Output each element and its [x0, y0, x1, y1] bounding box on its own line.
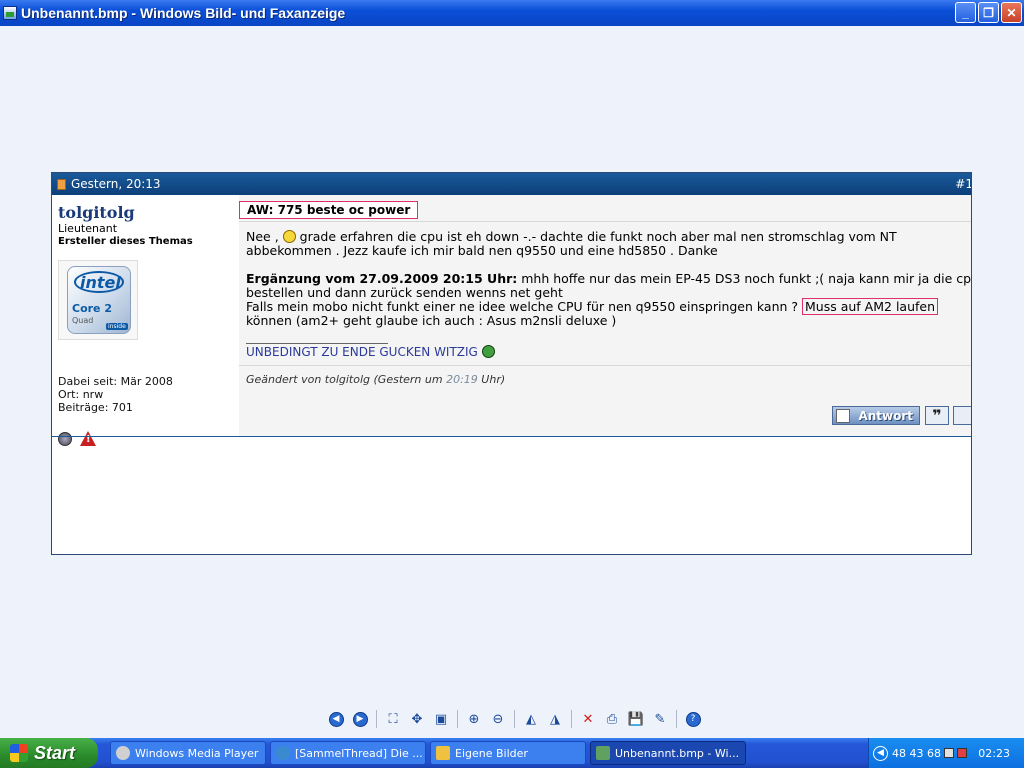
post-content: AW: 775 beste oc power Nee , grade erfah… — [239, 195, 972, 436]
close-button[interactable]: ✕ — [1001, 2, 1022, 23]
pen-icon — [836, 409, 850, 423]
edit-button[interactable]: ✎ — [650, 709, 670, 729]
previous-icon: ◀ — [328, 711, 344, 727]
title-bar[interactable]: Unbenannt.bmp - Windows Bild- und Faxanz… — [0, 0, 1024, 26]
signature-divider — [246, 343, 388, 344]
previous-image-button[interactable]: ◀ — [326, 709, 346, 729]
post-date: Gestern, 20:13 — [71, 177, 161, 191]
multi-quote-button — [953, 406, 971, 425]
system-tray: ◀ 48 43 68 02:23 — [868, 738, 1024, 768]
quote-button: ❞ — [925, 406, 949, 425]
post-line-1: Nee , grade erfahren die cpu ist eh down… — [246, 229, 897, 244]
network-icon[interactable] — [943, 748, 954, 758]
divider — [239, 365, 971, 366]
post-number: #1 — [955, 177, 972, 191]
laughing-smiley-icon — [481, 345, 495, 358]
start-button[interactable]: Start — [0, 738, 98, 768]
maximize-button[interactable]: ❐ — [978, 2, 999, 23]
user-joined: Dabei seit: Mär 2008 — [58, 375, 173, 388]
app-icon[interactable] — [3, 6, 17, 20]
actual-size-button[interactable]: ✥ — [407, 709, 427, 729]
zoom-out-button[interactable]: ⊖ — [488, 709, 508, 729]
avatar: intel Core 2 Quad inside — [58, 260, 138, 340]
post-subject: AW: 775 beste oc power — [239, 201, 419, 219]
signature-link[interactable]: UNBEDINGT ZU ENDE GUCKEN WITZIG — [246, 345, 495, 359]
user-info: tolgitolg Lieutenant Ersteller dieses Th… — [52, 195, 239, 446]
logo-product: Core 2 — [72, 302, 112, 315]
viewer-toolbar: ◀ ▶ ⛶ ✥ ▣ ⊕ ⊖ ◭ ◮ ✕ ⎙ 💾 ✎ ? — [326, 708, 703, 730]
viewer-image: Gestern, 20:13 #1 tolgitolg Lieutenant E… — [51, 172, 972, 555]
chevron-left-icon[interactable]: ◀ — [873, 745, 888, 761]
logo-tag: inside — [106, 323, 128, 330]
help-icon: ? — [685, 711, 701, 727]
rotate-counterclockwise-button[interactable]: ◮ — [545, 709, 565, 729]
toolbar-separator — [676, 710, 677, 728]
sad-smiley-icon — [282, 230, 296, 243]
media-player-icon — [116, 746, 130, 760]
task-browser[interactable]: [SammelThread] Die ... — [270, 741, 426, 765]
toolbar-separator — [376, 710, 377, 728]
username: tolgitolg — [58, 203, 135, 222]
folder-icon — [436, 746, 450, 760]
taskbar: Start Windows Media Player [SammelThread… — [0, 738, 1024, 768]
toolbar-separator — [457, 710, 458, 728]
minimize-button[interactable]: _ — [955, 2, 976, 23]
post-line-6: können (am2+ geht glaube ich auch : Asus… — [246, 313, 617, 328]
rotate-clockwise-button[interactable]: ◭ — [521, 709, 541, 729]
toolbar-separator — [514, 710, 515, 728]
zoom-in-button[interactable]: ⊕ — [464, 709, 484, 729]
thread-creator-label: Ersteller dieses Themas — [58, 236, 193, 247]
task-image-viewer[interactable]: Unbenannt.bmp - Wi... — [590, 741, 746, 765]
best-fit-button[interactable]: ⛶ — [383, 709, 403, 729]
antivirus-icon[interactable] — [956, 748, 967, 758]
next-icon: ▶ — [352, 711, 368, 727]
user-location: Ort: nrw — [58, 388, 104, 401]
post-header: Gestern, 20:13 #1 — [52, 173, 972, 195]
internet-explorer-icon — [276, 746, 290, 760]
user-icons — [58, 431, 96, 446]
task-windows-media-player[interactable]: Windows Media Player — [110, 741, 266, 765]
post-line-5: Falls mein mobo nicht funkt einer ne ide… — [246, 298, 971, 315]
next-image-button[interactable]: ▶ — [350, 709, 370, 729]
edited-note: Geändert von tolgitolg (Gestern um 20:19… — [246, 373, 506, 386]
post-icon — [57, 178, 66, 190]
print-button[interactable]: ⎙ — [602, 709, 622, 729]
logo-brand: intel — [80, 273, 121, 292]
clock: 02:23 — [978, 747, 1010, 760]
slideshow-button[interactable]: ▣ — [431, 709, 451, 729]
divider — [239, 221, 971, 222]
help-button[interactable]: ? — [683, 709, 703, 729]
user-post-count: Beiträge: 701 — [58, 401, 133, 414]
report-warning-icon — [80, 431, 96, 446]
reply-button: Antwort — [832, 406, 920, 425]
offline-status-icon — [58, 431, 72, 446]
image-viewer-icon — [596, 746, 610, 760]
highlighted-text: Muss auf AM2 laufen — [802, 298, 939, 315]
delete-button[interactable]: ✕ — [578, 709, 598, 729]
tray-readout: 48 43 68 — [892, 746, 941, 760]
post-body: Nee , grade erfahren die cpu ist eh down… — [246, 229, 972, 328]
toolbar-separator — [571, 710, 572, 728]
user-rank: Lieutenant — [58, 222, 118, 235]
post-line-2: abbekommen . Jezz kaufe ich mir bald nen… — [246, 243, 718, 258]
save-button[interactable]: 💾 — [626, 709, 646, 729]
logo-variant: Quad — [72, 316, 94, 325]
user-stats: Dabei seit: Mär 2008 Ort: nrw Beiträge: … — [58, 375, 173, 414]
task-eigene-bilder[interactable]: Eigene Bilder — [430, 741, 586, 765]
windows-flag-icon — [10, 744, 28, 762]
window-controls: _ ❐ ✕ — [955, 2, 1022, 23]
window-title: Unbenannt.bmp - Windows Bild- und Faxanz… — [21, 5, 346, 21]
intel-core2-quad-logo: intel Core 2 Quad inside — [67, 266, 131, 334]
post-line-3: Ergänzung vom 27.09.2009 20:15 Uhr: mhh … — [246, 271, 972, 286]
post-bottom-line — [52, 436, 971, 437]
